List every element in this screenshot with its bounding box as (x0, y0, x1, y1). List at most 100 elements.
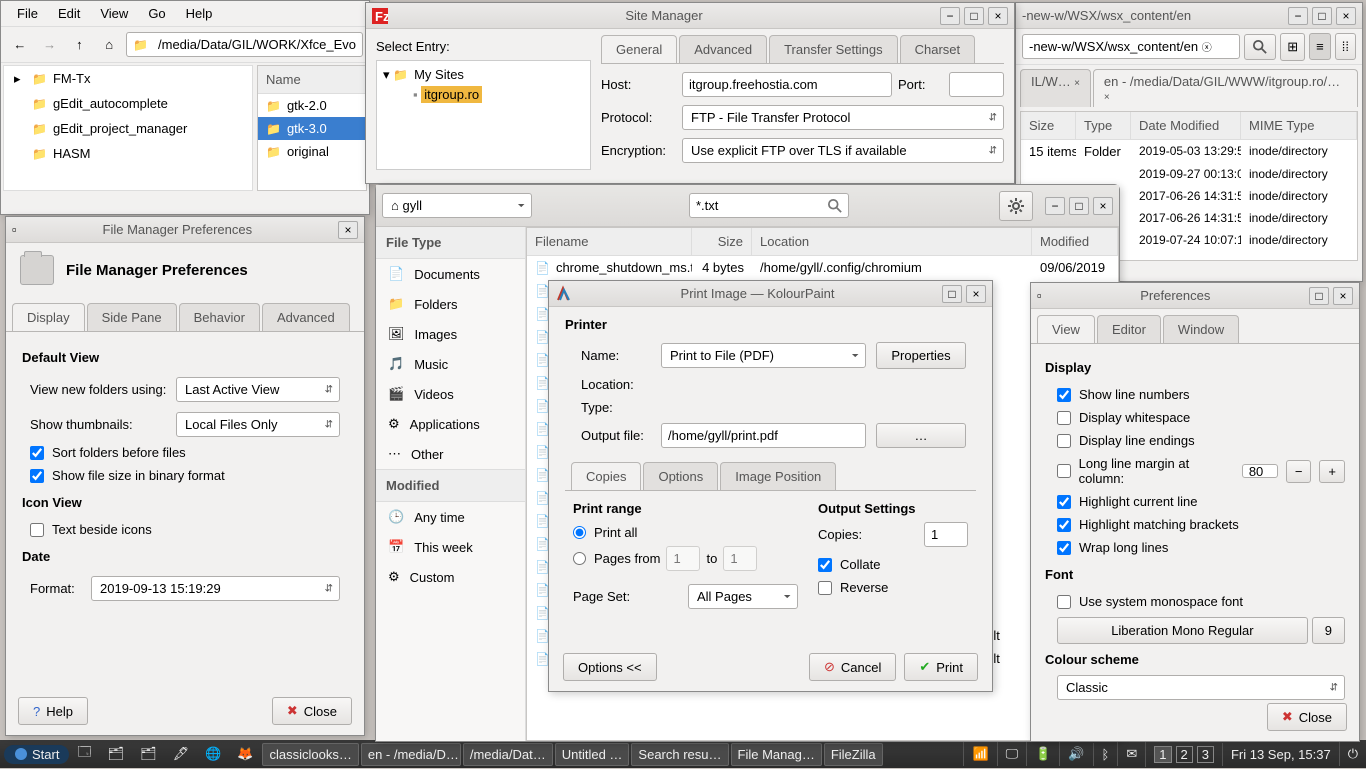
task-button[interactable]: classiclooks… (262, 743, 358, 766)
task-button[interactable]: /media/Dat… (463, 743, 553, 766)
thumb-select[interactable]: Local Files Only (176, 412, 340, 437)
font-button[interactable]: Liberation Mono Regular (1057, 617, 1308, 644)
copies-input[interactable] (924, 522, 968, 547)
task-button[interactable]: Untitled … (555, 743, 630, 766)
close-icon[interactable]: × (1104, 92, 1110, 103)
column-name[interactable]: Name (258, 66, 366, 93)
forward-button[interactable]: → (37, 31, 63, 59)
tab-copies[interactable]: Copies (571, 462, 641, 490)
margin-input[interactable] (1242, 464, 1278, 478)
clock[interactable]: Fri 13 Sep, 15:37 (1222, 743, 1339, 766)
close-button[interactable]: × (966, 285, 986, 303)
line-endings-checkbox[interactable] (1057, 434, 1071, 448)
long-line-checkbox[interactable] (1057, 464, 1071, 478)
modified-filter[interactable]: ⚙Custom (376, 562, 525, 592)
filetype-filter[interactable]: ⋯Other (376, 439, 525, 469)
view-select[interactable]: Last Active View (176, 377, 340, 402)
menu-go[interactable]: Go (138, 2, 175, 25)
tab-display[interactable]: Display (12, 303, 85, 331)
maximize-button[interactable]: □ (1069, 197, 1089, 215)
filetype-filter[interactable]: 🖼Images (376, 319, 525, 349)
back-button[interactable]: ← (7, 31, 33, 59)
view-list-button[interactable]: ≡ (1309, 33, 1331, 60)
tab-general[interactable]: General (601, 35, 677, 63)
task-button[interactable]: File Manag… (731, 743, 822, 766)
close-button[interactable]: ✖Close (272, 697, 352, 725)
minimize-button[interactable]: − (940, 7, 960, 25)
tab-behavior[interactable]: Behavior (179, 303, 260, 331)
maximize-button[interactable]: □ (964, 7, 984, 25)
tree-root[interactable]: ▾ My Sites (381, 65, 586, 85)
start-button[interactable]: Start (4, 745, 69, 764)
settings-button[interactable] (999, 191, 1033, 221)
task-button[interactable]: en - /media/D… (361, 743, 461, 766)
properties-button[interactable]: Properties (876, 342, 966, 369)
close-button[interactable]: × (1336, 7, 1356, 25)
format-select[interactable]: 2019-09-13 15:19:29 (91, 576, 340, 601)
maximize-button[interactable]: □ (1312, 7, 1332, 25)
maximize-button[interactable]: □ (942, 285, 962, 303)
host-input[interactable] (682, 72, 892, 97)
task-button[interactable]: Search resu… (631, 743, 728, 766)
search-button[interactable] (1244, 34, 1276, 60)
launcher-icon[interactable]: 🗔 (69, 739, 99, 769)
modified-filter[interactable]: 🕒Any time (376, 502, 525, 532)
file-row[interactable]: 2019-09-27 00:13:02inode/directory (1021, 163, 1357, 185)
launcher-icon[interactable]: 🗂 (100, 739, 133, 769)
maximize-button[interactable]: □ (1309, 287, 1329, 305)
whitespace-checkbox[interactable] (1057, 411, 1071, 425)
highlight-line-checkbox[interactable] (1057, 495, 1071, 509)
path-bar[interactable]: /media/Data/GIL/WORK/Xfce_Evo (126, 32, 363, 57)
tab-options[interactable]: Options (643, 462, 718, 490)
close-button[interactable]: × (338, 221, 358, 239)
scheme-select[interactable]: Classic (1057, 675, 1345, 700)
modified-filter[interactable]: 📅This week (376, 532, 525, 562)
tree-folder[interactable]: HASM (4, 141, 252, 166)
cancel-button[interactable]: ⊘Cancel (809, 653, 896, 681)
sort-folders-checkbox[interactable] (30, 446, 44, 460)
tray-bluetooth-icon[interactable]: ᛒ (1093, 743, 1118, 766)
font-size-button[interactable]: 9 (1312, 617, 1345, 644)
tab-editor[interactable]: Editor (1097, 315, 1161, 343)
minimize-button[interactable]: − (1288, 7, 1308, 25)
pages-from-input[interactable] (666, 546, 700, 571)
close-icon[interactable]: × (1074, 78, 1080, 89)
wrap-lines-checkbox[interactable] (1057, 541, 1071, 555)
printer-select[interactable]: Print to File (PDF) (661, 343, 866, 368)
port-input[interactable] (949, 72, 1004, 97)
filetype-filter[interactable]: 📄Documents (376, 259, 525, 289)
view-grid-button[interactable]: ⊞ (1280, 33, 1305, 61)
highlight-brackets-checkbox[interactable] (1057, 518, 1071, 532)
close-button[interactable]: × (1093, 197, 1113, 215)
folder-tree[interactable]: ▸FM-TxgEdit_autocompletegEdit_project_ma… (4, 66, 252, 166)
options-expand-button[interactable]: Options << (563, 653, 657, 681)
path-select[interactable]: ⌂ gyll (382, 193, 532, 218)
filetype-filter[interactable]: 🎬Videos (376, 379, 525, 409)
tray-network-icon[interactable]: 📶 (963, 742, 996, 766)
binary-size-checkbox[interactable] (30, 469, 44, 483)
filetype-filter[interactable]: 📁Folders (376, 289, 525, 319)
tree-folder[interactable]: gEdit_project_manager (4, 116, 252, 141)
margin-dec-button[interactable]: − (1286, 460, 1312, 483)
tray-battery-icon[interactable]: 🔋 (1026, 742, 1059, 766)
reverse-checkbox[interactable] (818, 581, 832, 595)
browse-button[interactable]: … (876, 423, 966, 448)
tree-item[interactable]: ▪ itgroup.ro (381, 85, 586, 104)
tray-notify-icon[interactable]: ✉ (1117, 742, 1145, 766)
tab-sidepane[interactable]: Side Pane (87, 303, 177, 331)
close-button[interactable]: × (1333, 287, 1353, 305)
pages-to-input[interactable] (723, 546, 757, 571)
minimize-button[interactable]: − (1045, 197, 1065, 215)
tree-folder[interactable]: ▸FM-Tx (4, 66, 252, 91)
help-button[interactable]: ?Help (18, 697, 88, 725)
filetype-filter[interactable]: ⚙Applications (376, 409, 525, 439)
tab-advanced[interactable]: Advanced (679, 35, 767, 63)
launcher-icon[interactable]: 🌐 (197, 739, 229, 769)
text-beside-checkbox[interactable] (30, 523, 44, 537)
encryption-select[interactable]: Use explicit FTP over TLS if available (682, 138, 1004, 163)
tab-image-position[interactable]: Image Position (720, 462, 836, 490)
output-file-input[interactable] (661, 423, 866, 448)
menu-edit[interactable]: Edit (48, 2, 90, 25)
launcher-icon[interactable]: 🖋 (165, 739, 198, 769)
print-all-radio[interactable] (573, 526, 586, 539)
